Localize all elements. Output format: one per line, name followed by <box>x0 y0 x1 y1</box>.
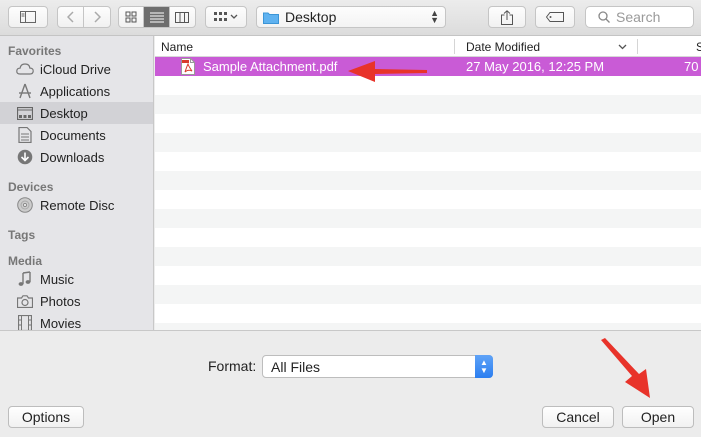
location-label: Desktop <box>285 9 337 25</box>
sidebar-item-label: Movies <box>40 315 82 331</box>
history-navigation <box>57 6 111 28</box>
file-rows: Sample Attachment.pdf 27 May 2016, 12:25… <box>155 57 701 330</box>
file-date-modified: 27 May 2016, 12:25 PM <box>466 59 605 74</box>
list-view-button[interactable] <box>144 7 170 27</box>
icon-view-button[interactable] <box>119 7 145 27</box>
sidebar-icon <box>20 11 36 23</box>
empty-row <box>155 247 701 266</box>
format-panel: Format: All Files ▲ ▼ <box>0 330 701 398</box>
format-label: Format: <box>208 358 257 374</box>
cloud-icon <box>16 61 34 77</box>
sidebar-item-photos[interactable]: Photos <box>0 290 153 312</box>
sidebar-item-label: Desktop <box>40 105 88 121</box>
empty-row <box>155 133 701 152</box>
chevron-right-icon <box>94 11 101 23</box>
sidebar-section-tags: Tags <box>8 228 36 242</box>
sidebar-item-label: Photos <box>40 293 81 309</box>
file-row[interactable]: Sample Attachment.pdf 27 May 2016, 12:25… <box>155 57 701 76</box>
download-icon <box>16 149 34 165</box>
cancel-button[interactable]: Cancel <box>542 406 614 428</box>
pdf-file-icon <box>181 58 195 75</box>
empty-row <box>155 152 701 171</box>
empty-row <box>155 285 701 304</box>
sidebar-toggle-button[interactable] <box>8 6 48 28</box>
list-icon <box>149 12 164 22</box>
music-note-icon <box>16 271 34 287</box>
column-divider[interactable] <box>454 39 455 54</box>
sidebar-item-label: Remote Disc <box>40 197 115 213</box>
share-button[interactable] <box>488 6 526 28</box>
sidebar-item-desktop[interactable]: Desktop <box>0 102 153 124</box>
folder-icon <box>263 12 279 24</box>
file-list: Name Date Modified S Sample Attachment.p… <box>155 36 701 330</box>
column-divider[interactable] <box>637 39 638 54</box>
search-icon <box>598 11 610 23</box>
column-header-date-modified[interactable]: Date Modified <box>466 36 626 57</box>
film-icon <box>16 315 34 330</box>
sidebar-section-favorites: Favorites <box>8 44 62 58</box>
empty-row <box>155 76 701 95</box>
sidebar-section-devices: Devices <box>8 180 54 194</box>
columns-icon <box>175 11 190 23</box>
empty-row <box>155 266 701 285</box>
toolbar: Desktop ▲ ▼ Search <box>0 0 701 36</box>
tag-button[interactable] <box>535 6 575 28</box>
sidebar-item-label: Downloads <box>40 149 105 165</box>
empty-row <box>155 228 701 247</box>
empty-row <box>155 171 701 190</box>
sidebar-item-movies[interactable]: Movies <box>0 312 153 330</box>
chevron-left-icon <box>66 11 74 23</box>
sidebar-item-label: Applications <box>40 83 111 99</box>
applications-icon <box>16 83 34 99</box>
sidebar-item-icloud-drive[interactable]: iCloud Drive <box>0 58 153 80</box>
open-button[interactable]: Open <box>622 406 694 428</box>
file-name: Sample Attachment.pdf <box>203 59 338 74</box>
column-view-button[interactable] <box>170 7 195 27</box>
format-popup[interactable]: All Files ▲ ▼ <box>262 355 493 378</box>
sidebar: Favorites iCloud Drive Applications Desk… <box>0 36 154 330</box>
empty-row <box>155 190 701 209</box>
sidebar-item-label: Documents <box>40 127 106 143</box>
sidebar-item-music[interactable]: Music <box>0 268 153 290</box>
file-size: 70 <box>684 59 699 74</box>
updown-chevron-icon: ▲ ▼ <box>430 8 439 25</box>
document-icon <box>16 127 34 143</box>
column-header-name[interactable]: Name <box>161 36 451 57</box>
updown-chevron-icon: ▲ ▼ <box>475 355 493 378</box>
sidebar-item-downloads[interactable]: Downloads <box>0 146 153 168</box>
empty-row <box>155 304 701 323</box>
forward-button[interactable] <box>84 7 110 27</box>
back-button[interactable] <box>58 7 85 27</box>
search-placeholder: Search <box>616 9 661 25</box>
tag-icon <box>546 12 564 22</box>
arrange-button[interactable] <box>205 6 247 28</box>
share-icon <box>501 9 513 25</box>
list-header: Name Date Modified S <box>155 36 701 57</box>
camera-icon <box>16 293 34 309</box>
column-header-size[interactable]: S <box>696 36 701 57</box>
arrange-grid-icon <box>214 12 238 21</box>
sidebar-item-documents[interactable]: Documents <box>0 124 153 146</box>
sidebar-item-label: Music <box>40 271 74 287</box>
sidebar-item-remote-disc[interactable]: Remote Disc <box>0 194 153 216</box>
sidebar-section-media: Media <box>8 254 43 268</box>
empty-row <box>155 114 701 133</box>
location-popup[interactable]: Desktop ▲ ▼ <box>256 6 446 28</box>
empty-row <box>155 95 701 114</box>
sidebar-item-label: iCloud Drive <box>40 61 111 77</box>
empty-row <box>155 209 701 228</box>
disc-icon <box>16 197 34 213</box>
sidebar-item-applications[interactable]: Applications <box>0 80 153 102</box>
view-mode-selector <box>118 6 196 28</box>
options-button[interactable]: Options <box>8 406 84 428</box>
grid-icon <box>125 11 137 23</box>
desktop-icon <box>16 105 34 121</box>
format-value: All Files <box>271 358 321 375</box>
search-field[interactable]: Search <box>585 6 694 28</box>
empty-row <box>155 323 701 330</box>
dialog-button-bar: Options Cancel Open <box>0 398 701 437</box>
